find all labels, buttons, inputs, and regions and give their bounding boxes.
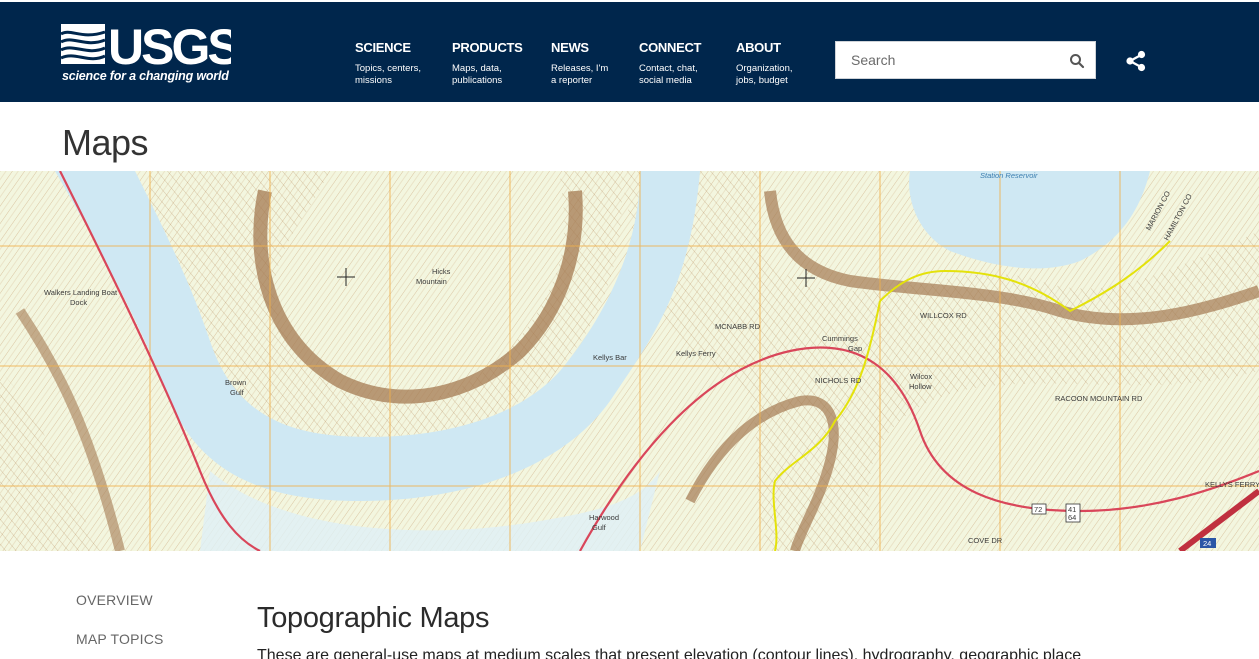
- map-label-hicks-mountain: Mountain: [416, 277, 447, 286]
- map-label-cove-dr: COVE DR: [968, 536, 1003, 545]
- nav-products-sub: Maps, data, publications: [452, 63, 503, 86]
- nav-science[interactable]: SCIENCE Topics, centers, missions: [355, 40, 435, 87]
- nav-products-title: PRODUCTS: [452, 40, 523, 55]
- search-input[interactable]: [836, 42, 1056, 78]
- map-label-racoon-mountain-rd: RACOON MOUNTAIN RD: [1055, 394, 1143, 403]
- share-icon[interactable]: [1125, 50, 1147, 72]
- logo-tagline: science for a changing world: [62, 69, 229, 83]
- route-72-label: 72: [1034, 505, 1042, 514]
- section-body-text: These are general-use maps at medium sca…: [257, 647, 1082, 659]
- sidebar-item-map-topics[interactable]: MAP TOPICS: [76, 631, 226, 647]
- nav-science-sub: Topics, centers, missions: [355, 63, 421, 86]
- nav-about-sub: Organization, jobs, budget: [736, 63, 793, 86]
- nav-products[interactable]: PRODUCTS Maps, data, publications: [452, 40, 523, 87]
- topographic-map-image: Station Reservoir Hicks Mountain Walkers…: [0, 171, 1259, 551]
- section-title: Topographic Maps: [257, 602, 490, 634]
- map-label-wilcox: Wilcox: [910, 372, 932, 381]
- nav-science-title: SCIENCE: [355, 40, 411, 55]
- map-label-willcox-rd: WILLCOX RD: [920, 311, 967, 320]
- nav-about-title: ABOUT: [736, 40, 781, 55]
- route-64-label: 64: [1068, 513, 1076, 522]
- search-box: [835, 41, 1096, 79]
- map-label-walkers: Walkers Landing Boat: [44, 288, 118, 297]
- sidebar-nav: OVERVIEW MAP TOPICS: [76, 592, 226, 647]
- map-label-brown-gulf: Gulf: [230, 388, 245, 397]
- map-label-nichols-rd: NICHOLS RD: [815, 376, 862, 385]
- nav-connect[interactable]: CONNECT Contact, chat, social media: [639, 40, 705, 87]
- map-label-harwood-gulf: Gulf: [592, 523, 607, 532]
- topographic-map-banner: Station Reservoir Hicks Mountain Walkers…: [0, 171, 1259, 551]
- map-label-cummings-gap: Gap: [848, 344, 862, 353]
- map-label-kellys-bar: Kellys Bar: [593, 353, 627, 362]
- map-label-brown: Brown: [225, 378, 246, 387]
- logo-wordmark: USGS: [108, 22, 231, 68]
- map-label-kellys-ferry: Kellys Ferry: [676, 349, 716, 358]
- route-24-label: 24: [1203, 539, 1211, 548]
- map-label-hicks: Hicks: [432, 267, 451, 276]
- nav-news[interactable]: NEWS Releases, I'm a reporter: [551, 40, 613, 87]
- usgs-logo[interactable]: USGS science for a changing world: [61, 22, 231, 86]
- map-label-harwood: Harwood: [589, 513, 619, 522]
- nav-news-title: NEWS: [551, 40, 589, 55]
- site-header: USGS science for a changing world SCIENC…: [0, 0, 1259, 102]
- magnifier-icon[interactable]: [1069, 53, 1085, 69]
- map-label-walkers-dock: Dock: [70, 298, 87, 307]
- nav-connect-sub: Contact, chat, social media: [639, 63, 698, 86]
- nav-about[interactable]: ABOUT Organization, jobs, budget: [736, 40, 802, 87]
- map-label-cummings: Cummings: [822, 334, 858, 343]
- usgs-logo-mark: USGS: [61, 22, 231, 68]
- page-title: Maps: [62, 122, 149, 163]
- map-label-kellys-ferry-rd: KELLYS FERRY RD: [1205, 480, 1259, 489]
- nav-news-sub: Releases, I'm a reporter: [551, 63, 609, 86]
- map-label-mcnabb-rd: MCNABB RD: [715, 322, 761, 331]
- nav-connect-title: CONNECT: [639, 40, 702, 55]
- map-label-wilcox-hollow: Hollow: [909, 382, 932, 391]
- map-label-reservoir: Station Reservoir: [980, 171, 1038, 180]
- sidebar-item-overview[interactable]: OVERVIEW: [76, 592, 226, 608]
